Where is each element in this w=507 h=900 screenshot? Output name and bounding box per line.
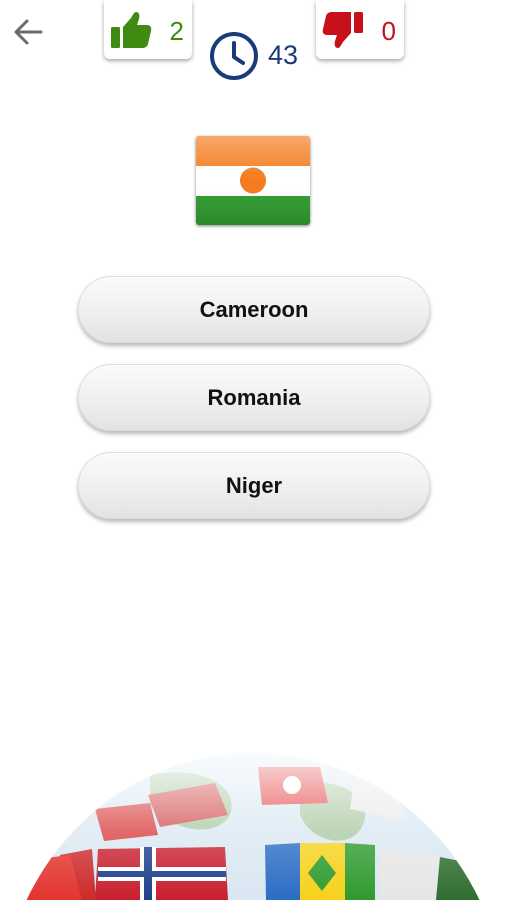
timer-value: 43 xyxy=(268,40,299,70)
correct-score-card: 2 xyxy=(104,0,192,59)
answer-option-2[interactable]: Romania xyxy=(78,364,430,431)
wrong-count: 0 xyxy=(381,16,396,46)
clock-icon xyxy=(210,32,258,80)
arrow-left-icon xyxy=(14,19,43,45)
niger-flag-icon xyxy=(196,136,310,225)
back-button[interactable] xyxy=(8,12,48,52)
flags-globe-icon xyxy=(0,745,507,900)
thumbs-down-icon xyxy=(322,12,363,48)
thumbs-up-icon xyxy=(111,12,152,48)
answer-option-1[interactable]: Cameroon xyxy=(78,276,430,343)
wrong-score-card: 0 xyxy=(316,0,404,59)
correct-count: 2 xyxy=(169,16,184,46)
answer-option-3[interactable]: Niger xyxy=(78,452,430,519)
